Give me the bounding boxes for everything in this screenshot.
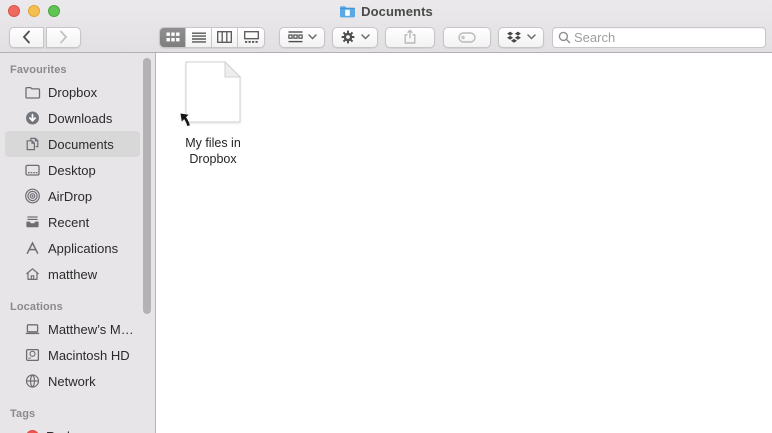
sidebar: Favourites Dropbox Downloads Documents D… [0, 53, 156, 433]
content-area[interactable]: My files in Dropbox [156, 53, 772, 433]
gear-icon [340, 29, 356, 45]
documents-folder-icon [339, 5, 356, 18]
sidebar-item-label: Network [48, 373, 96, 389]
sidebar-item-label: Applications [48, 240, 119, 256]
laptop-icon [24, 321, 41, 337]
icon-view-button[interactable] [160, 27, 186, 47]
document-file-icon [180, 61, 241, 126]
sidebar-item-home[interactable]: matthew [5, 261, 140, 287]
alias-arrow-badge-icon [179, 112, 195, 128]
action-button[interactable] [332, 26, 378, 48]
dropbox-logo-icon [506, 31, 522, 44]
window-header: Documents [0, 0, 772, 53]
file-label: My files in Dropbox [185, 136, 241, 166]
sidebar-item-label: Matthew’s M… [48, 321, 134, 337]
sidebar-item-downloads[interactable]: Downloads [5, 105, 140, 131]
search-icon [558, 31, 571, 44]
group-icon [287, 31, 303, 43]
sidebar-item-label: Macintosh HD [48, 347, 130, 363]
chevron-left-icon [22, 30, 31, 44]
sidebar-item-label: AirDrop [48, 188, 93, 204]
dropbox-toolbar-button[interactable] [498, 26, 544, 48]
share-icon [402, 29, 418, 45]
chevron-down-icon [361, 34, 370, 40]
applications-a-icon [24, 240, 41, 256]
search-field[interactable] [552, 26, 766, 48]
sidebar-item-macintosh-hd[interactable]: Macintosh HD [5, 342, 140, 368]
sidebar-item-airdrop[interactable]: AirDrop [5, 183, 140, 209]
sidebar-item-this-mac[interactable]: Matthew’s M… [5, 316, 140, 342]
documents-icon [24, 136, 41, 152]
sidebar-item-documents[interactable]: Documents [5, 131, 140, 157]
tag-icon [458, 31, 476, 43]
toolbar [0, 22, 772, 52]
download-circle-icon [24, 110, 41, 126]
recent-tray-icon [24, 214, 41, 230]
gallery-view-button[interactable] [238, 27, 264, 47]
list-view-button[interactable] [186, 27, 212, 47]
file-item-my-files-in-dropbox[interactable]: My files in Dropbox [169, 61, 257, 167]
search-input[interactable] [574, 29, 765, 45]
sidebar-section-tags: Tags [10, 408, 36, 420]
sidebar-item-tag-red[interactable]: Red [5, 423, 140, 433]
sidebar-section-favourites: Favourites [10, 64, 67, 76]
sidebar-item-label: matthew [48, 266, 98, 282]
share-button[interactable] [385, 26, 435, 48]
finder-window: Documents Search Favourites Dropbox Down… [0, 0, 772, 433]
sidebar-section-locations: Locations [10, 301, 63, 313]
hard-drive-icon [24, 347, 41, 363]
column-view-button[interactable] [212, 27, 238, 47]
tag-button[interactable] [443, 26, 491, 48]
chevron-right-icon [59, 30, 68, 44]
desktop-icon [24, 162, 41, 178]
sidebar-item-dropbox[interactable]: Dropbox [5, 79, 140, 105]
sidebar-item-desktop[interactable]: Desktop [5, 157, 140, 183]
chevron-down-icon [307, 34, 317, 40]
airdrop-icon [24, 188, 41, 204]
grid-view-icon [166, 32, 180, 43]
sidebar-scrollbar[interactable] [143, 58, 151, 314]
sidebar-item-label: Downloads [48, 110, 113, 126]
gallery-view-icon [243, 31, 259, 43]
home-icon [24, 266, 41, 282]
sidebar-item-network[interactable]: Network [5, 368, 140, 394]
sidebar-item-applications[interactable]: Applications [5, 235, 140, 261]
sidebar-item-label: Desktop [48, 162, 96, 178]
sidebar-item-recent[interactable]: Recent [5, 209, 140, 235]
sidebar-item-label: Recent [48, 214, 90, 230]
titlebar: Documents [0, 0, 772, 22]
forward-button[interactable] [46, 26, 81, 48]
globe-icon [24, 373, 41, 389]
sidebar-item-label: Red [46, 429, 70, 433]
minimize-button[interactable] [28, 5, 40, 17]
chevron-down-icon [527, 34, 536, 40]
list-view-icon [191, 32, 206, 43]
traffic-lights [8, 5, 60, 17]
folder-icon [24, 84, 41, 100]
page-title: Documents [361, 3, 433, 19]
view-mode-segmented-control [159, 26, 265, 48]
column-view-icon [217, 31, 232, 43]
zoom-button[interactable] [48, 5, 60, 17]
sidebar-item-label: Documents [48, 136, 114, 152]
red-tag-dot-icon [26, 429, 39, 433]
back-button[interactable] [9, 26, 44, 48]
window-body: Favourites Dropbox Downloads Documents D… [0, 53, 772, 433]
sidebar-item-label: Dropbox [48, 84, 98, 100]
window-title: Documents [0, 0, 772, 22]
group-by-button[interactable] [279, 26, 325, 48]
close-button[interactable] [8, 5, 20, 17]
